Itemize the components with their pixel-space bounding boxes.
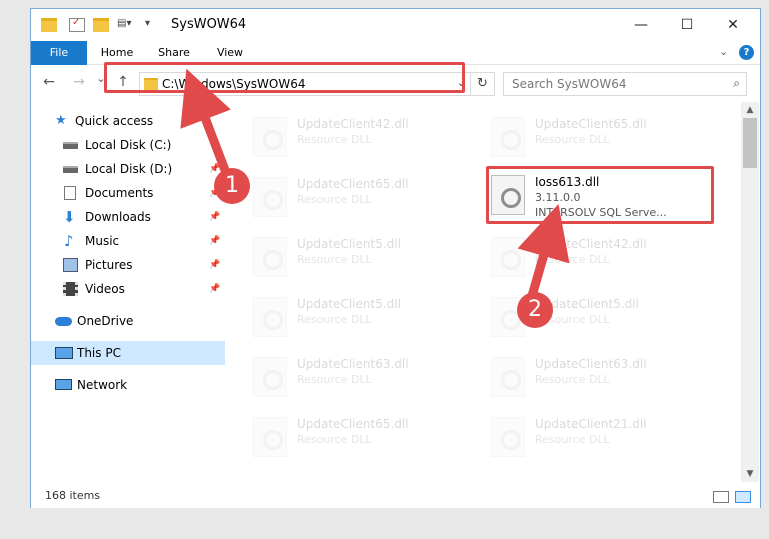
file-item[interactable]: UpdateClient63.dll Resource DLL [227,351,447,403]
sidebar-item-local-disk-d[interactable]: Local Disk (D:) 📌 [31,157,225,181]
address-highlight-box [104,62,465,93]
ribbon-expand-icon[interactable]: ⌄ [719,45,728,58]
sidebar-item-quick-access[interactable]: ★ Quick access [31,109,225,133]
computer-icon [55,347,73,359]
navigation-pane: ★ Quick access Local Disk (C:) Local Dis… [31,103,225,481]
new-folder-icon[interactable] [93,18,109,32]
sidebar-item-videos[interactable]: Videos 📌 [31,277,225,301]
sidebar-item-documents[interactable]: Documents 📌 [31,181,225,205]
dll-file-icon [253,177,287,217]
document-icon [64,186,76,200]
video-icon [63,282,78,296]
search-input[interactable]: Search SysWOW64 [512,77,626,91]
file-item[interactable]: UpdateClient5.dll Resource DLL [465,291,685,343]
disk-icon [63,142,78,149]
scroll-thumb[interactable] [743,118,757,168]
picture-icon [63,258,78,272]
file-item[interactable]: UpdateClient63.dll Resource DLL [465,351,685,403]
step-badge-1: 1 [214,168,250,204]
dll-file-icon [253,117,287,157]
dll-file-icon [253,357,287,397]
sidebar-item-network[interactable]: Network [31,373,225,397]
file-item[interactable]: UpdateClient21.dll Resource DLL [465,411,685,463]
item-count: 168 items [45,489,101,502]
music-icon: ♪ [64,232,74,250]
help-icon[interactable]: ? [739,45,754,60]
file-highlight-box [486,166,714,224]
sidebar-item-this-pc[interactable]: This PC [31,341,225,365]
tab-file[interactable]: File [31,41,87,65]
folder-icon [41,18,57,32]
title-bar: ✓ ▤▾ ▾ SysWOW64 — ☐ ✕ [31,9,760,41]
search-icon: ⌕ [733,76,740,90]
file-item[interactable]: UpdateClient65.dll Resource DLL [227,411,447,463]
file-item[interactable]: UpdateClient65.dll Resource DLL [227,171,447,223]
refresh-button[interactable]: ↻ [470,73,494,95]
close-button[interactable]: ✕ [710,9,756,41]
pin-icon[interactable]: 📌 [209,229,220,253]
star-icon: ★ [55,113,67,128]
dll-file-icon [491,117,525,157]
forward-button[interactable]: → [69,74,89,90]
file-item[interactable]: UpdateClient5.dll Resource DLL [227,291,447,343]
customize-toolbar-icon[interactable]: ▤▾ [117,18,139,32]
sidebar-item-music[interactable]: ♪ Music 📌 [31,229,225,253]
file-item[interactable]: UpdateClient42.dll Resource DLL [227,111,447,163]
pin-icon[interactable]: 📌 [209,253,220,277]
details-view-icon[interactable] [713,491,729,503]
network-icon [55,379,72,390]
pin-icon[interactable]: 📌 [209,205,220,229]
download-icon: ⬇ [63,208,76,226]
minimize-button[interactable]: — [618,9,664,41]
window-title: SysWOW64 [171,17,247,32]
cloud-icon [55,317,72,326]
file-item[interactable]: UpdateClient42.dll Resource DLL [465,231,685,283]
maximize-button[interactable]: ☐ [664,9,710,41]
pin-icon[interactable]: 📌 [209,277,220,301]
sidebar-item-pictures[interactable]: Pictures 📌 [31,253,225,277]
dll-file-icon [253,417,287,457]
dll-file-icon [253,237,287,277]
scroll-up-button[interactable]: ▲ [741,102,759,118]
disk-icon [63,166,78,173]
file-item[interactable]: UpdateClient5.dll Resource DLL [227,231,447,283]
back-button[interactable]: ← [39,74,59,90]
tiles-view-icon[interactable] [735,491,751,503]
dll-file-icon [491,357,525,397]
file-item[interactable]: UpdateClient65.dll Resource DLL [465,111,685,163]
file-list: UpdateClient42.dll Resource DLL UpdateCl… [227,103,737,481]
dll-file-icon [491,417,525,457]
step-badge-2: 2 [517,292,553,328]
scroll-down-button[interactable]: ▼ [741,466,759,482]
dll-file-icon [491,237,525,277]
status-bar: 168 items [31,483,760,508]
vertical-scrollbar[interactable]: ▲ ▼ [741,102,759,482]
dll-file-icon [253,297,287,337]
sidebar-item-local-disk-c[interactable]: Local Disk (C:) [31,133,225,157]
dropdown-icon[interactable]: ▾ [145,18,161,32]
sidebar-item-downloads[interactable]: ⬇ Downloads 📌 [31,205,225,229]
sidebar-item-onedrive[interactable]: OneDrive [31,309,225,333]
search-box[interactable]: Search SysWOW64 ⌕ [503,72,747,96]
properties-icon[interactable]: ✓ [69,17,85,32]
